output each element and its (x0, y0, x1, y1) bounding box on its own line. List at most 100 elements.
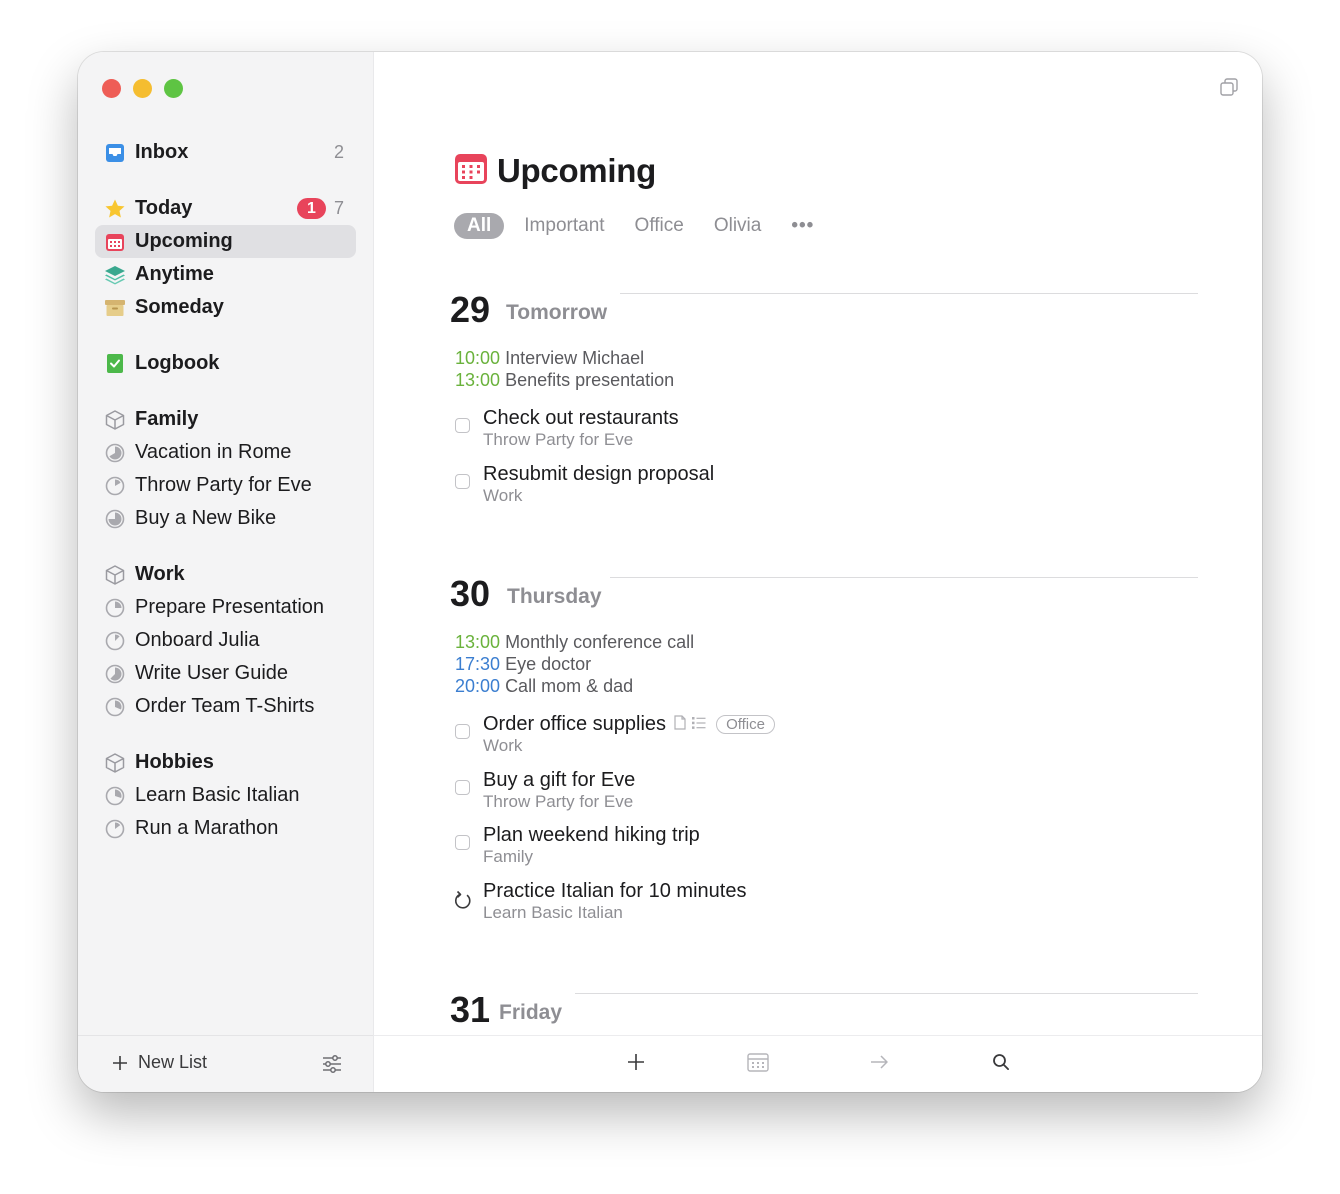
project-progress-icon (104, 475, 126, 497)
section-day-name: Friday (499, 1001, 563, 1024)
filter-all[interactable]: All (454, 213, 505, 239)
search-icon[interactable] (991, 1052, 1011, 1077)
more-filters-button[interactable]: ••• (791, 215, 814, 237)
task-title: Resubmit design proposal (483, 462, 715, 485)
schedule-calendar-icon[interactable] (747, 1052, 769, 1077)
today-count: 7 (333, 198, 344, 218)
project-progress-icon (104, 508, 126, 530)
sidebar-item-label: Anytime (135, 263, 214, 285)
project-progress-icon (104, 785, 126, 807)
plus-icon (628, 1054, 644, 1070)
task-checkbox[interactable] (455, 473, 470, 489)
section-divider (575, 993, 1198, 994)
task-checkbox[interactable] (455, 418, 470, 433)
sidebar-item-anytime[interactable]: Anytime (95, 258, 356, 291)
tag-office: Office (716, 714, 775, 734)
sidebar-item-inbox[interactable]: Inbox 2 (95, 136, 356, 169)
project-progress-icon (104, 630, 126, 652)
filter-important[interactable]: Important (524, 215, 604, 237)
sidebar-project-run-a-marathon[interactable]: Run a Marathon (95, 812, 356, 845)
task-row[interactable]: Check out restaurants Throw Party for Ev… (450, 406, 1198, 462)
sidebar-project-write-user-guide[interactable]: Write User Guide (95, 657, 356, 690)
sidebar-item-label: Run a Marathon (135, 817, 279, 839)
sidebar-item-label: Write User Guide (135, 662, 289, 684)
sidebar-area-work[interactable]: Work (95, 558, 356, 591)
task-row[interactable]: Practice Italian for 10 minutes Learn Ba… (450, 879, 1198, 935)
add-task-button[interactable] (626, 1052, 646, 1077)
calendar-event[interactable]: 13:00 Monthly conference call (455, 631, 1198, 653)
sidebar-project-learn-basic-italian[interactable]: Learn Basic Italian (95, 779, 356, 812)
section-day-number: 30 (450, 573, 491, 614)
calendar-events: 10:00 Interview Michael 13:00 Benefits p… (455, 347, 1198, 391)
archive-box-icon (104, 297, 126, 319)
section-day-name: Thursday (507, 585, 602, 608)
sidebar-item-label: Family (135, 408, 199, 430)
sidebar-area-hobbies[interactable]: Hobbies (95, 746, 356, 779)
sidebar-item-label: Order Team T-Shirts (135, 695, 315, 717)
task-checkbox[interactable] (455, 779, 470, 795)
sidebar-item-today[interactable]: Today 1 7 (95, 192, 356, 225)
sidebar-project-onboard-julia[interactable]: Onboard Julia (95, 624, 356, 657)
repeat-icon[interactable] (453, 889, 473, 916)
section-day-number: 29 (450, 289, 491, 330)
project-progress-icon (104, 818, 126, 840)
sidebar-item-label: Prepare Presentation (135, 596, 325, 618)
calendar-event[interactable]: 17:30 Eye doctor (455, 653, 1198, 675)
calendar-event[interactable]: 20:00 Call mom & dad (455, 675, 1198, 697)
area-cube-icon (104, 752, 126, 774)
minimize-window-button[interactable] (133, 79, 152, 98)
new-list-button[interactable]: New List (112, 1052, 207, 1073)
calendar-event[interactable]: 10:00 Interview Michael (455, 347, 1198, 369)
sidebar-project-order-team-t-shirts[interactable]: Order Team T-Shirts (95, 690, 356, 723)
zoom-window-button[interactable] (164, 79, 183, 98)
sidebar-item-someday[interactable]: Someday (95, 291, 356, 324)
section-header: 30 Thursday (450, 573, 1198, 617)
close-window-button[interactable] (102, 79, 121, 98)
sidebar-item-label: Logbook (135, 352, 220, 374)
section-header: 31 Friday (450, 989, 1198, 1033)
sidebar-area-family[interactable]: Family (95, 403, 356, 436)
project-progress-icon (104, 696, 126, 718)
task-project: Family (483, 847, 534, 866)
task-list: Check out restaurants Throw Party for Ev… (450, 406, 1198, 517)
task-checkbox[interactable] (455, 724, 470, 739)
task-project: Work (483, 736, 523, 755)
task-project: Throw Party for Eve (483, 430, 634, 449)
section-divider (620, 293, 1198, 294)
sidebar-project-prepare-presentation[interactable]: Prepare Presentation (95, 591, 356, 624)
filter-office[interactable]: Office (635, 215, 684, 237)
note-icon (674, 712, 686, 736)
task-row[interactable]: Buy a gift for Eve Throw Party for Eve (450, 768, 1198, 824)
task-title: Plan weekend hiking trip (483, 824, 700, 846)
task-row[interactable]: Resubmit design proposal Work (450, 462, 1198, 518)
area-cube-icon (104, 564, 126, 586)
sidebar-item-upcoming[interactable]: Upcoming (95, 225, 356, 258)
calendar-event[interactable]: 13:00 Benefits presentation (455, 369, 1198, 391)
window-controls (102, 79, 183, 98)
sidebar-item-label: Hobbies (135, 751, 214, 773)
sliders-icon[interactable] (321, 1053, 343, 1080)
sidebar-project-buy-a-new-bike[interactable]: Buy a New Bike (95, 502, 356, 535)
sidebar-item-label: Throw Party for Eve (135, 474, 312, 496)
sidebar-project-throw-party-for-eve[interactable]: Throw Party for Eve (95, 469, 356, 502)
sidebar-item-label: Vacation in Rome (135, 441, 292, 463)
calendar-icon (104, 231, 126, 253)
task-list: Order office supplies Office Work Buy a … (450, 712, 1198, 934)
section-day-name: Tomorrow (506, 301, 608, 324)
sidebar-project-vacation-in-rome[interactable]: Vacation in Rome (95, 436, 356, 469)
sidebar-item-label: Onboard Julia (135, 629, 260, 651)
task-row[interactable]: Plan weekend hiking trip Family (450, 823, 1198, 879)
section-day-number: 31 (450, 989, 491, 1030)
task-row[interactable]: Order office supplies Office Work (450, 712, 1198, 768)
sidebar-item-label: Someday (135, 296, 224, 318)
move-arrow-icon[interactable] (869, 1052, 889, 1077)
filter-olivia[interactable]: Olivia (714, 215, 762, 237)
date-section-31: 31 Friday (450, 989, 1198, 1033)
sidebar-item-logbook[interactable]: Logbook (95, 347, 356, 380)
task-checkbox[interactable] (455, 835, 470, 850)
star-icon (104, 198, 126, 220)
plus-icon (113, 1055, 127, 1070)
task-title: Check out restaurants (483, 407, 679, 429)
task-title: Buy a gift for Eve (483, 768, 636, 791)
new-window-icon[interactable] (1220, 78, 1238, 101)
